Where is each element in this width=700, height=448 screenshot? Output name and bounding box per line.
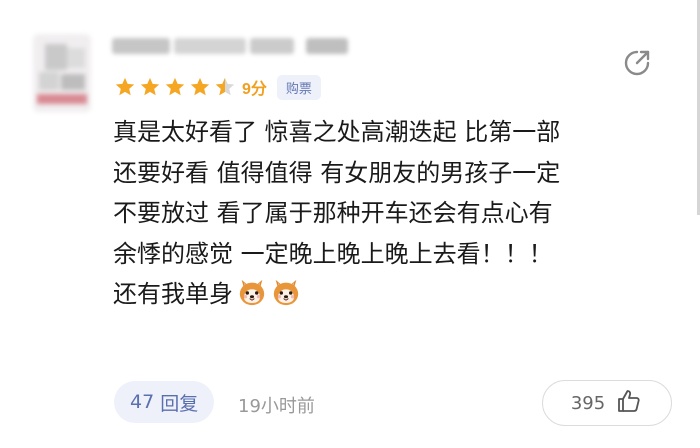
reply-button[interactable]: 47 回复 bbox=[114, 381, 215, 423]
timestamp: 19小时前 bbox=[238, 396, 315, 417]
review-text-line: 真是太好看了 惊喜之处高潮迭起 比第一部 bbox=[113, 118, 561, 146]
purchase-badge: 购票 bbox=[276, 74, 321, 100]
half-star-icon bbox=[214, 76, 236, 98]
review-footer: 47 回复 19小时前 395 bbox=[114, 380, 672, 426]
review-text-last-line: 还有我单身 bbox=[113, 274, 673, 315]
username[interactable] bbox=[112, 38, 348, 54]
shiba-dog-emoji bbox=[237, 277, 267, 307]
review-card: 9分 购票 真是太好看了 惊喜之处高潮迭起 比第一部 还要好看 值得值得 有女朋… bbox=[0, 0, 700, 448]
review-text: 真是太好看了 惊喜之处高潮迭起 比第一部 还要好看 值得值得 有女朋友的男孩子一… bbox=[113, 112, 673, 315]
review-text-line: 还要好看 值得值得 有女朋友的男孩子一定 bbox=[113, 158, 561, 187]
star-icon bbox=[164, 76, 186, 98]
like-button[interactable]: 395 bbox=[542, 380, 672, 426]
star-rating bbox=[114, 76, 236, 98]
like-count: 395 bbox=[570, 392, 606, 414]
reply-count: 47 bbox=[130, 391, 155, 413]
review-text-line: 不要放过 看了属于那种开车还会有点心有 bbox=[113, 199, 553, 227]
reply-label: 回复 bbox=[160, 392, 199, 415]
star-icon bbox=[114, 76, 136, 98]
star-icon bbox=[139, 76, 161, 98]
review-text-line: 余悸的感觉 一定晚上晚上晚上去看！！！ bbox=[113, 239, 553, 268]
share-arrow-icon bbox=[622, 48, 652, 82]
rating-row: 9分 购票 bbox=[114, 73, 321, 101]
thumbs-up-icon bbox=[615, 387, 643, 420]
shiba-dog-emoji bbox=[271, 277, 301, 307]
review-text-line: 还有我单身 bbox=[113, 280, 233, 308]
score: 9分 bbox=[242, 81, 267, 98]
avatar[interactable] bbox=[33, 34, 91, 112]
share-button[interactable] bbox=[618, 46, 656, 84]
star-icon bbox=[189, 76, 211, 98]
